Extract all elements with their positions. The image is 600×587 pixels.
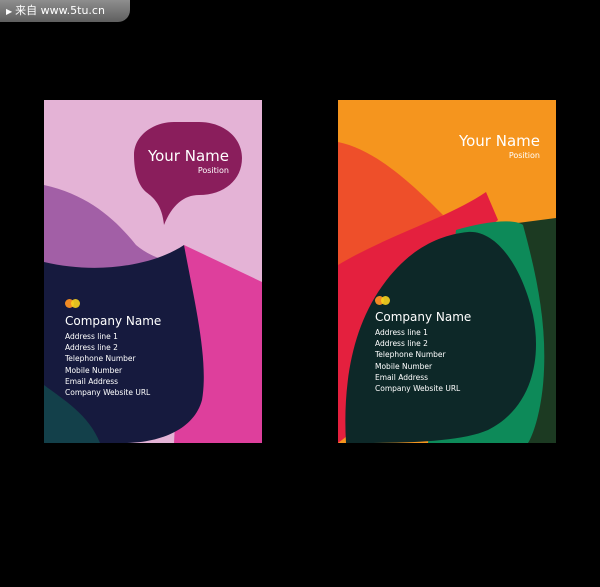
- telephone-number: Telephone Number: [65, 354, 136, 364]
- business-card-pink: Your Name Position Company Name Address …: [44, 100, 262, 443]
- email-address: Email Address: [375, 372, 429, 382]
- address-line-2: Address line 2: [375, 339, 428, 349]
- business-card-orange: Your Name Position Company Name Address …: [338, 100, 556, 443]
- website-url: Company Website URL: [65, 388, 151, 398]
- position: Position: [197, 166, 229, 175]
- company-name: Company Name: [375, 310, 472, 324]
- position: Position: [508, 151, 540, 160]
- logo-yellow-dot: [71, 299, 80, 308]
- play-arrow-icon: ▶: [6, 7, 13, 16]
- logo-yellow-dot: [381, 296, 390, 305]
- telephone-number: Telephone Number: [375, 350, 446, 360]
- company-block: Company Name Address line 1 Address line…: [65, 313, 161, 398]
- company-logo-icon: [65, 299, 81, 308]
- mobile-number: Mobile Number: [375, 361, 433, 371]
- company-name: Company Name: [65, 314, 162, 328]
- address-line-1: Address line 1: [65, 332, 118, 341]
- watermark: ▶ 来自 www.5tu.cn: [0, 0, 130, 22]
- watermark-text: 来自 www.5tu.cn: [15, 4, 105, 17]
- your-name: Your Name: [147, 147, 229, 165]
- email-address: Email Address: [65, 376, 119, 386]
- company-block: Company Name Address line 1 Address line…: [375, 309, 471, 394]
- name-block: Your Name Position: [148, 147, 229, 177]
- website-url: Company Website URL: [375, 384, 461, 394]
- address-line-1: Address line 1: [375, 328, 428, 337]
- company-logo-icon: [375, 296, 391, 305]
- address-line-2: Address line 2: [65, 343, 118, 353]
- name-block: Your Name Position: [459, 132, 540, 162]
- your-name: Your Name: [458, 132, 540, 150]
- mobile-number: Mobile Number: [65, 365, 123, 375]
